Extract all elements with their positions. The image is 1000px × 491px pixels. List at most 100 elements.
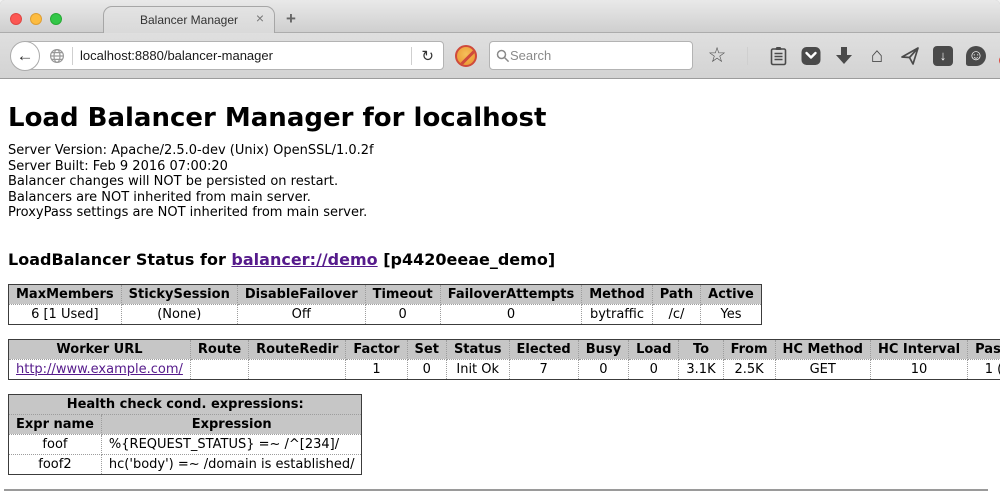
- server-built-line: Server Built: Feb 9 2016 07:00:20: [8, 159, 992, 175]
- tab-close-icon[interactable]: ×: [256, 11, 264, 25]
- column-header: Factor: [346, 339, 407, 359]
- cell: bytraffic: [582, 304, 652, 324]
- persist-notice-line: Balancer changes will NOT be persisted o…: [8, 174, 992, 190]
- new-tab-button[interactable]: +: [286, 9, 296, 29]
- url-input[interactable]: [80, 48, 404, 63]
- cell: 7: [509, 359, 578, 379]
- home-icon[interactable]: ⌂: [867, 45, 887, 67]
- table-row: http://www.example.com/10Init Ok7003.1K2…: [9, 359, 1000, 379]
- cell: foof2: [9, 454, 102, 474]
- inherit-notice-line: Balancers are NOT inherited from main se…: [8, 190, 992, 206]
- table-row: 6 [1 Used](None)Off00bytraffic/c/Yes: [9, 304, 762, 324]
- workers-table: Worker URLRouteRouteRedirFactorSetStatus…: [8, 339, 1000, 380]
- toolbar-divider: [747, 47, 748, 65]
- column-header: Timeout: [365, 284, 440, 304]
- column-header: Status: [446, 339, 509, 359]
- feedback-smiley-icon[interactable]: ☺: [966, 46, 986, 66]
- cell: 0: [578, 359, 628, 379]
- downloads-icon[interactable]: [834, 45, 854, 67]
- reading-list-icon[interactable]: [768, 45, 788, 67]
- url-bar[interactable]: ↻: [24, 41, 444, 70]
- column-header: Active: [701, 284, 762, 304]
- column-header: FailoverAttempts: [440, 284, 582, 304]
- column-header: Elected: [509, 339, 578, 359]
- cell[interactable]: http://www.example.com/: [9, 359, 191, 379]
- cell: GET: [775, 359, 870, 379]
- back-button[interactable]: ←: [10, 41, 40, 71]
- back-arrow-icon: ←: [17, 46, 34, 66]
- status-heading-suffix: [p4420eeae_demo]: [378, 250, 556, 269]
- cell: /c/: [652, 304, 700, 324]
- cell: foof: [9, 434, 102, 454]
- toolbar-icon-row: ☆ ⌂ ↓ ☺ ▾: [707, 45, 1000, 67]
- column-header: To: [679, 339, 723, 359]
- header-row: Worker URLRouteRouteRedirFactorSetStatus…: [9, 339, 1000, 359]
- reload-icon[interactable]: ↻: [419, 47, 443, 65]
- tab-title: Balancer Manager: [140, 13, 238, 27]
- cell: hc('body') =~ /domain is established/: [101, 454, 362, 474]
- health-check-expressions-table: Health check cond. expressions:Expr name…: [8, 394, 362, 475]
- cell: 1 (0): [968, 359, 1000, 379]
- bookmark-star-icon[interactable]: ☆: [707, 45, 727, 67]
- download-helper-icon[interactable]: ↓: [933, 46, 953, 66]
- cell: 6 [1 Used]: [9, 304, 122, 324]
- balancer-settings-table: MaxMembersStickySessionDisableFailoverTi…: [8, 284, 762, 325]
- column-header: Worker URL: [9, 339, 191, 359]
- status-heading-prefix: LoadBalancer Status for: [8, 250, 231, 269]
- send-plane-icon[interactable]: [900, 45, 920, 67]
- column-header: Load: [629, 339, 679, 359]
- pocket-icon[interactable]: [801, 45, 821, 67]
- flashblock-icon[interactable]: [455, 45, 477, 67]
- cell: Yes: [701, 304, 762, 324]
- search-input[interactable]: [510, 48, 686, 63]
- cell: 0: [365, 304, 440, 324]
- column-header: HC Method: [775, 339, 870, 359]
- close-window-button[interactable]: [10, 13, 22, 25]
- cell: 0: [407, 359, 446, 379]
- column-header: Busy: [578, 339, 628, 359]
- column-header: Expr name: [9, 414, 102, 434]
- column-header: RouteRedir: [249, 339, 346, 359]
- column-header: MaxMembers: [9, 284, 122, 304]
- cell: [249, 359, 346, 379]
- browser-window: Balancer Manager × + ← ↻ ☆: [0, 0, 1000, 491]
- tab-balancer-manager[interactable]: Balancer Manager ×: [103, 6, 275, 33]
- page-content: Load Balancer Manager for localhost Serv…: [0, 79, 1000, 491]
- cell: 1: [346, 359, 407, 379]
- column-header: Path: [652, 284, 700, 304]
- slash-icon: [457, 47, 477, 66]
- cell: Init Ok: [446, 359, 509, 379]
- search-icon: [496, 49, 510, 63]
- cell: %{REQUEST_STATUS} =~ /^[234]/: [101, 434, 362, 454]
- search-bar[interactable]: [489, 41, 693, 70]
- minimize-window-button[interactable]: [30, 13, 42, 25]
- cell: (None): [121, 304, 237, 324]
- table-title: Health check cond. expressions:: [9, 394, 362, 414]
- site-identity-globe-icon[interactable]: [49, 48, 65, 64]
- column-header: Route: [190, 339, 248, 359]
- column-header: Method: [582, 284, 652, 304]
- smiley-face-icon: ☺: [968, 46, 983, 66]
- urlbar-divider: [411, 47, 412, 65]
- cell: Off: [237, 304, 365, 324]
- balancer-demo-link[interactable]: balancer://demo: [231, 250, 377, 269]
- page-title: Load Balancer Manager for localhost: [8, 103, 992, 133]
- cell: [190, 359, 248, 379]
- header-row: MaxMembersStickySessionDisableFailoverTi…: [9, 284, 762, 304]
- loadbalancer-status-heading: LoadBalancer Status for balancer://demo …: [8, 250, 992, 269]
- worker-url-link[interactable]: http://www.example.com/: [16, 362, 183, 377]
- header-row: Expr nameExpression: [9, 414, 362, 434]
- server-info: Server Version: Apache/2.5.0-dev (Unix) …: [8, 143, 992, 221]
- column-header: Expression: [101, 414, 362, 434]
- cell: 2.5K: [723, 359, 775, 379]
- cell: 0: [440, 304, 582, 324]
- column-header: StickySession: [121, 284, 237, 304]
- cell: 3.1K: [679, 359, 723, 379]
- traffic-lights: [10, 13, 62, 25]
- cell: 0: [629, 359, 679, 379]
- column-header: HC Interval: [870, 339, 967, 359]
- title-bar: Balancer Manager × +: [0, 0, 1000, 33]
- table-title-row: Health check cond. expressions:: [9, 394, 362, 414]
- cell: 10: [870, 359, 967, 379]
- zoom-window-button[interactable]: [50, 13, 62, 25]
